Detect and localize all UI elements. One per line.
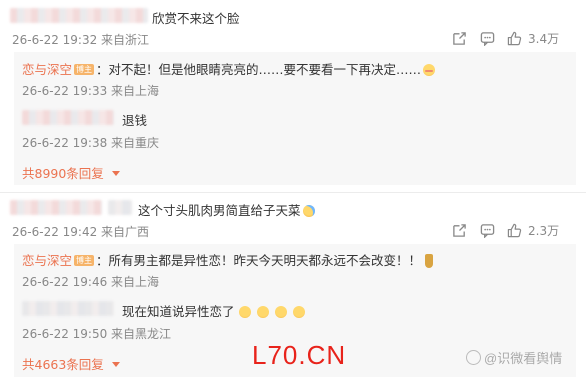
- smile-emoji-icon: [292, 306, 305, 318]
- comment-meta: 26-6-22 19:42 来自广西: [12, 225, 150, 239]
- smile-emoji-icon: [256, 306, 269, 318]
- reply-text: 退钱: [122, 113, 148, 128]
- more-replies-label: 共8990条回复: [22, 166, 104, 181]
- comment-icon[interactable]: [480, 31, 495, 46]
- like-icon[interactable]: [507, 223, 522, 238]
- reply-meta: 26-6-22 19:33 来自上海: [22, 84, 160, 98]
- comment-actions: 2.3万: [452, 222, 559, 239]
- crying-emoji-icon: [302, 205, 315, 217]
- comment-text-row: 这个寸头肌肉男简直给子天菜: [138, 200, 315, 219]
- comment-divider: [0, 192, 586, 193]
- commenter-name-blurred: [10, 200, 102, 215]
- chevron-down-icon: [111, 162, 120, 181]
- more-replies-link[interactable]: 共8990条回复: [22, 162, 120, 182]
- smile-emoji-icon: [274, 306, 287, 318]
- more-replies-link[interactable]: 共4663条回复: [22, 353, 120, 373]
- share-icon[interactable]: [452, 31, 467, 46]
- smile-emoji-icon: [238, 306, 251, 318]
- commenter-badge-blurred: [108, 200, 132, 215]
- reply-meta: 26-6-22 19:50 来自黑龙江: [22, 327, 172, 341]
- author-badge: 博主: [74, 255, 95, 266]
- reply-meta: 26-6-22 19:38 来自重庆: [22, 136, 160, 150]
- account-watermark: @识微看舆情: [466, 348, 562, 367]
- reply-item: 恋与深空 博主 ：对不起！但是他眼睛亮亮的……要不要看一下再决定……: [22, 59, 436, 78]
- reply-item: 恋与深空 博主 ：所有男主都是异性恋！昨天今天明天都永远不会改变！！: [22, 250, 434, 269]
- comment-text: 这个寸头肌肉男简直给子天菜: [138, 203, 301, 218]
- watermark-logo-icon: [466, 350, 481, 365]
- share-icon[interactable]: [452, 223, 467, 238]
- reply-author[interactable]: 恋与深空: [22, 62, 72, 77]
- reply-text-row: 现在知道说异性恋了: [122, 301, 305, 320]
- reply-text: ：所有男主都是异性恋！昨天今天明天都永远不会改变！！: [96, 253, 422, 268]
- comment-icon[interactable]: [480, 223, 495, 238]
- like-count: 3.4万: [528, 32, 560, 46]
- person-emoji-icon: [425, 254, 434, 268]
- commenter-name-blurred: [10, 8, 148, 23]
- reply-author[interactable]: 恋与深空: [22, 253, 72, 268]
- comment-meta: 26-6-22 19:32 来自浙江: [12, 33, 150, 47]
- comment-text: 欣赏不来这个脸: [152, 11, 240, 26]
- like-count: 2.3万: [528, 224, 560, 238]
- reply-text: 现在知道说异性恋了: [122, 304, 235, 319]
- chevron-down-icon: [111, 353, 120, 372]
- blush-emoji-icon: [423, 64, 436, 76]
- comment-actions: 3.4万: [452, 30, 559, 47]
- account-watermark-label: @识微看舆情: [484, 351, 563, 366]
- like-icon[interactable]: [507, 31, 522, 46]
- reply-text: ：对不起！但是他眼睛亮亮的……要不要看一下再决定……: [96, 62, 422, 77]
- reply-meta: 26-6-22 19:46 来自上海: [22, 275, 160, 289]
- more-replies-label: 共4663条回复: [22, 357, 104, 372]
- site-watermark: L70.CN: [252, 340, 347, 370]
- replier-name-blurred: [22, 301, 114, 316]
- author-badge: 博主: [74, 64, 95, 75]
- replier-name-blurred: [22, 110, 114, 125]
